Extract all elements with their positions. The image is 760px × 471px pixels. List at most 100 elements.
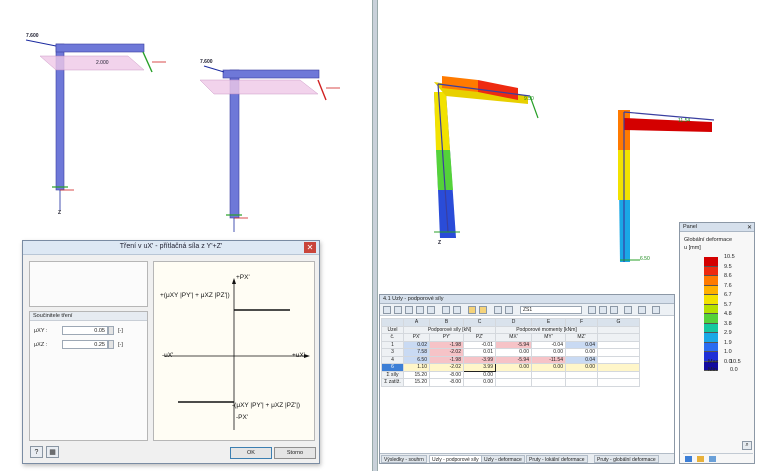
value-cell[interactable]: -8.00 bbox=[429, 378, 464, 387]
panel-titlebar[interactable]: Panel ✕ bbox=[680, 223, 754, 232]
tab-node-deformations[interactable]: Uzly - deformace bbox=[481, 455, 525, 463]
close-icon[interactable]: ✕ bbox=[747, 224, 752, 233]
toolbar-button[interactable] bbox=[394, 306, 402, 314]
value-cell[interactable]: 0.04 bbox=[565, 355, 598, 364]
value-cell[interactable] bbox=[565, 370, 598, 379]
value-cell-active[interactable]: 3.99 bbox=[463, 363, 496, 372]
panel-tool-icon[interactable] bbox=[697, 456, 704, 462]
value-cell[interactable] bbox=[597, 355, 640, 364]
value-cell[interactable]: -11.54 bbox=[531, 355, 566, 364]
zoom-icon[interactable]: ⌕ bbox=[742, 441, 752, 450]
value-cell[interactable]: -1.98 bbox=[429, 355, 464, 364]
value-cell[interactable]: 0.00 bbox=[531, 348, 566, 357]
toolbar-button[interactable] bbox=[494, 306, 502, 314]
prev-button[interactable] bbox=[599, 306, 607, 314]
mu-xz-spinner[interactable] bbox=[108, 340, 114, 349]
toolbar-button[interactable] bbox=[652, 306, 660, 314]
toolbar-button[interactable] bbox=[453, 306, 461, 314]
toolbar-button[interactable] bbox=[638, 306, 646, 314]
value-cell[interactable]: 1.10 bbox=[403, 363, 430, 372]
value-cell[interactable] bbox=[597, 348, 640, 357]
value-cell[interactable]: 0.00 bbox=[463, 370, 496, 379]
toolbar-button[interactable] bbox=[405, 306, 413, 314]
value-cell[interactable]: 0.02 bbox=[403, 340, 430, 349]
tab-local-deformations[interactable]: Pruty - lokální deformace bbox=[526, 455, 588, 463]
value-cell[interactable] bbox=[495, 378, 532, 387]
load-case-combo[interactable]: ZS1 bbox=[520, 306, 582, 314]
next-button[interactable] bbox=[610, 306, 618, 314]
mu-xz-input[interactable]: 0.25 bbox=[62, 340, 108, 349]
results-toolbar: ZS1 bbox=[380, 304, 674, 316]
column-letter[interactable]: C bbox=[463, 318, 496, 327]
value-cell[interactable]: -3.99 bbox=[463, 355, 496, 364]
cancel-button[interactable]: Storno bbox=[274, 447, 316, 459]
tab-global-deformations[interactable]: Pruty - globální deformace bbox=[594, 455, 659, 463]
help-button[interactable]: ? bbox=[30, 446, 43, 458]
value-cell[interactable]: 7.58 bbox=[403, 348, 430, 357]
value-cell[interactable]: -8.00 bbox=[429, 370, 464, 379]
column-letter[interactable]: F bbox=[565, 318, 598, 327]
value-cell[interactable]: 0.00 bbox=[463, 378, 496, 387]
value-cell[interactable]: -0.01 bbox=[463, 340, 496, 349]
ok-button[interactable]: OK bbox=[230, 447, 272, 459]
value-cell[interactable] bbox=[531, 378, 566, 387]
value-cell[interactable]: -5.94 bbox=[495, 340, 532, 349]
value-cell[interactable]: -1.98 bbox=[429, 340, 464, 349]
toolbar-button[interactable] bbox=[427, 306, 435, 314]
tab-summary[interactable]: Výsledky - souhrn bbox=[381, 455, 427, 463]
column-letter[interactable]: B bbox=[429, 318, 464, 327]
units-button[interactable]: ▦ bbox=[46, 446, 59, 458]
empty-header bbox=[597, 333, 640, 342]
value-cell[interactable]: 6.50 bbox=[403, 355, 430, 364]
value-cell[interactable] bbox=[531, 370, 566, 379]
value-cell[interactable]: 0.00 bbox=[495, 363, 532, 372]
toolbar-button[interactable] bbox=[383, 306, 391, 314]
table-row-sum[interactable]: Σ zatíž. 15.20 -8.00 0.00 bbox=[381, 378, 640, 387]
value-cell[interactable]: -0.04 bbox=[531, 340, 566, 349]
value-cell[interactable]: 0.04 bbox=[565, 340, 598, 349]
toolbar-button[interactable] bbox=[624, 306, 632, 314]
results-table[interactable]: A B C D E F G Uzel Podporové síly [kN] P… bbox=[381, 318, 640, 387]
toolbar-button[interactable] bbox=[468, 306, 476, 314]
panel-tool-icon[interactable] bbox=[709, 456, 716, 462]
value-cell[interactable] bbox=[597, 363, 640, 372]
value-cell[interactable]: 0.00 bbox=[531, 363, 566, 372]
px-header: PX' bbox=[403, 333, 430, 342]
diagram-left-label: -uX' bbox=[162, 352, 174, 359]
toolbar-button[interactable] bbox=[416, 306, 424, 314]
value-cell[interactable]: -2.02 bbox=[429, 363, 464, 372]
column-letter[interactable]: A bbox=[403, 318, 430, 327]
column-letter[interactable]: G bbox=[597, 318, 640, 327]
results-title[interactable]: 4.1 Uzly - podporové síly bbox=[380, 295, 674, 304]
value-cell[interactable]: 0.00 bbox=[565, 363, 598, 372]
value-cell[interactable]: 0.00 bbox=[495, 348, 532, 357]
column-letter[interactable]: E bbox=[531, 318, 566, 327]
value-cell[interactable] bbox=[565, 378, 598, 387]
value-cell[interactable]: 0.00 bbox=[565, 348, 598, 357]
value-cell[interactable]: -2.02 bbox=[429, 348, 464, 357]
toolbar-button[interactable] bbox=[505, 306, 513, 314]
value-cell[interactable]: 0.01 bbox=[463, 348, 496, 357]
panel-tool-icon[interactable] bbox=[685, 456, 692, 462]
toolbar-button[interactable] bbox=[588, 306, 596, 314]
table-row-sum[interactable]: Σ síly 15.20 -8.00 0.00 bbox=[381, 370, 640, 379]
value-cell[interactable] bbox=[597, 370, 640, 379]
column-letter[interactable]: D bbox=[495, 318, 532, 327]
table-row[interactable]: 1 0.02 -1.98 -0.01 -5.94 -0.04 0.04 bbox=[381, 340, 640, 349]
toolbar-button[interactable] bbox=[479, 306, 487, 314]
mu-xy-input[interactable]: 0.05 bbox=[62, 326, 108, 335]
close-button[interactable]: ✕ bbox=[304, 242, 316, 253]
value-cell[interactable] bbox=[597, 378, 640, 387]
value-cell[interactable] bbox=[495, 370, 532, 379]
value-cell[interactable]: 15.20 bbox=[403, 370, 430, 379]
value-cell[interactable]: -5.94 bbox=[495, 355, 532, 364]
dialog-titlebar[interactable]: Tření v uX' - přítlačná síla z Y'+Z' ✕ bbox=[23, 241, 319, 255]
mu-xy-spinner[interactable] bbox=[108, 326, 114, 335]
table-row-selected[interactable]: 6 1.10 -2.02 3.99 0.00 0.00 0.00 bbox=[381, 363, 640, 372]
value-cell[interactable] bbox=[597, 340, 640, 349]
tab-support-forces[interactable]: Uzly - podporové síly bbox=[429, 455, 482, 463]
toolbar-button[interactable] bbox=[442, 306, 450, 314]
table-row[interactable]: 3 7.58 -2.02 0.01 0.00 0.00 0.00 bbox=[381, 348, 640, 357]
table-row[interactable]: 4 6.50 -1.98 -3.99 -5.94 -11.54 0.04 bbox=[381, 355, 640, 364]
value-cell[interactable]: 15.20 bbox=[403, 378, 430, 387]
